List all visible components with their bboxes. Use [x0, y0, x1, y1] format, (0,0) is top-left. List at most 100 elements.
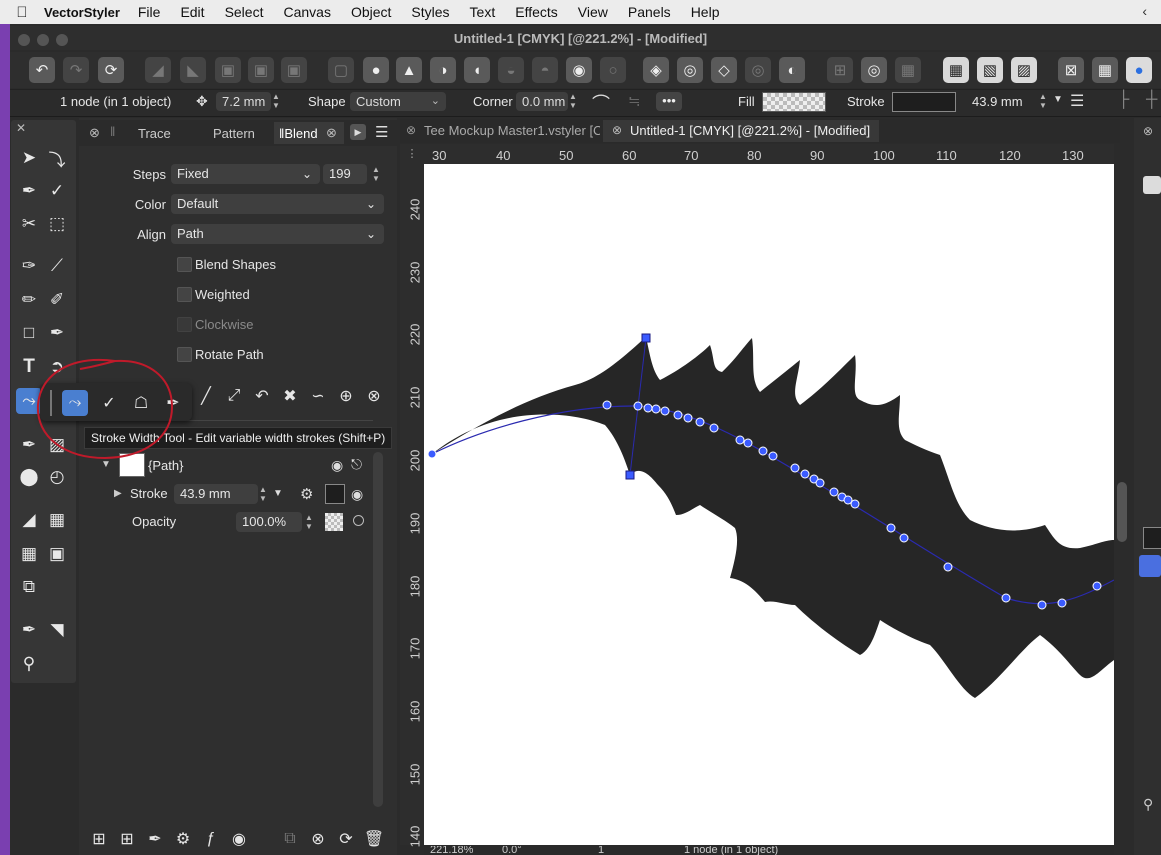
- width-handle[interactable]: [641, 333, 651, 343]
- stroke-row-input[interactable]: 43.9 mm: [174, 484, 258, 504]
- shape-dropdown[interactable]: Custom ⌄: [350, 92, 446, 111]
- path-node[interactable]: [1037, 600, 1047, 610]
- close-icon[interactable]: ⊗: [326, 125, 337, 141]
- stroke-row-dropdown-icon[interactable]: ▼: [273, 488, 283, 499]
- path-node[interactable]: [1001, 593, 1011, 603]
- chevron-left-icon[interactable]: ‹: [1142, 3, 1147, 19]
- gradient-icon[interactable]: ◢: [16, 507, 42, 533]
- path-node[interactable]: [673, 410, 683, 420]
- ellipse-icon[interactable]: ⬤: [16, 464, 42, 490]
- arrange-backward-icon[interactable]: ▣: [281, 57, 307, 83]
- path-node[interactable]: [1092, 581, 1102, 591]
- pattern-icon[interactable]: ▦: [16, 541, 42, 567]
- panel-menu-icon[interactable]: ☰: [375, 123, 388, 141]
- trash-icon[interactable]: 🗑: [363, 828, 385, 850]
- path-node[interactable]: [829, 487, 839, 497]
- path-node[interactable]: [768, 451, 778, 461]
- blend-edit-icon[interactable]: ╱: [195, 385, 217, 407]
- refresh-icon[interactable]: ⟳: [98, 57, 124, 83]
- arrange-front-icon[interactable]: ▣: [215, 57, 241, 83]
- perspective-icon[interactable]: ◥: [44, 617, 70, 643]
- path-node[interactable]: [943, 562, 953, 572]
- shape-union-icon[interactable]: ▲: [396, 57, 422, 83]
- path-node[interactable]: [709, 423, 719, 433]
- rotation-angle[interactable]: 0.0°: [502, 846, 522, 855]
- play-icon[interactable]: ▶: [350, 124, 366, 140]
- stroke-dropdown-icon[interactable]: ▼: [1053, 94, 1063, 105]
- path-node[interactable]: [602, 400, 612, 410]
- eye-icon[interactable]: ◉: [331, 457, 343, 474]
- remove-blend-icon[interactable]: ⊗: [363, 385, 385, 407]
- close-icon[interactable]: ⊗: [406, 123, 416, 137]
- opacity-stepper[interactable]: ▲ ▼: [305, 513, 314, 531]
- path-split-icon[interactable]: ◎: [677, 57, 703, 83]
- close-icon[interactable]: ⊗: [612, 123, 622, 137]
- line-icon[interactable]: ⟋: [44, 253, 70, 279]
- color-swatch[interactable]: [1143, 527, 1161, 549]
- path-node[interactable]: [899, 533, 909, 543]
- steps-mode-dropdown[interactable]: Fixed ⌄: [171, 164, 320, 184]
- weighted-checkbox[interactable]: [177, 287, 192, 302]
- eye-icon[interactable]: ◉: [351, 486, 363, 503]
- clockwise-checkbox[interactable]: [177, 317, 192, 332]
- path-node[interactable]: [651, 404, 661, 414]
- tab-trace[interactable]: Trace: [138, 126, 171, 141]
- view-mode-toggle[interactable]: ●: [1126, 57, 1152, 83]
- path-node[interactable]: [758, 446, 768, 456]
- mesh-icon[interactable]: ▦: [44, 507, 70, 533]
- menu-text[interactable]: Text: [470, 4, 496, 20]
- menu-panels[interactable]: Panels: [628, 4, 671, 20]
- close-icon[interactable]: ⊗: [89, 125, 100, 141]
- opacity-input[interactable]: 100.0%: [236, 512, 302, 532]
- clear-icon[interactable]: ⊗: [307, 828, 329, 850]
- accent-swatch[interactable]: [1139, 555, 1161, 577]
- menu-canvas[interactable]: Canvas: [283, 4, 330, 20]
- shape-exclude-icon[interactable]: ◒: [498, 57, 524, 83]
- stroke-row-stepper[interactable]: ▲ ▼: [259, 485, 268, 503]
- shape-combine-icon[interactable]: ●: [363, 57, 389, 83]
- steps-value-input[interactable]: 199: [323, 164, 367, 184]
- add-brush-icon[interactable]: ✒: [144, 828, 166, 850]
- search-icon[interactable]: ⚲: [1143, 796, 1153, 813]
- app-menu[interactable]: VectorStyler: [44, 5, 120, 20]
- rectangle-icon[interactable]: □: [16, 320, 42, 346]
- zoom-icon[interactable]: ⚲: [16, 651, 42, 677]
- arc-icon[interactable]: ◴: [44, 464, 70, 490]
- mask-icon[interactable]: ⊠: [1058, 57, 1084, 83]
- duplicate-icon[interactable]: ⧉: [279, 828, 301, 850]
- blend-shapes-checkbox[interactable]: [177, 257, 192, 272]
- path-node[interactable]: [743, 438, 753, 448]
- path-node[interactable]: [1057, 598, 1067, 608]
- path-node[interactable]: [695, 417, 705, 427]
- menu-edit[interactable]: Edit: [180, 4, 204, 20]
- color-dropdown[interactable]: Default ⌄: [171, 194, 384, 214]
- stroke-width-stepper[interactable]: ▲ ▼: [1039, 92, 1048, 110]
- menu-view[interactable]: View: [578, 4, 608, 20]
- path-node[interactable]: [735, 435, 745, 445]
- opacity-mode-icon[interactable]: [353, 515, 364, 526]
- add-stroke-icon[interactable]: ⊞: [116, 828, 138, 850]
- camera-icon[interactable]: ◉: [228, 828, 250, 850]
- align-center-icon[interactable]: ┼: [1146, 91, 1157, 109]
- expand-stroke-icon[interactable]: ▶: [114, 488, 122, 499]
- tab-pattern[interactable]: Pattern: [213, 126, 255, 141]
- selection-icon[interactable]: ➤: [16, 145, 42, 171]
- node-select-icon[interactable]: ⤵: [44, 145, 70, 171]
- close-icon[interactable]: ⊗: [1143, 124, 1153, 138]
- redo-icon[interactable]: ↷: [63, 57, 89, 83]
- more-options-icon[interactable]: •••: [656, 92, 682, 111]
- calligraphy-icon[interactable]: ✒: [44, 320, 70, 346]
- pencil-icon[interactable]: ✏: [16, 287, 42, 313]
- corner-chamfer-icon[interactable]: ≒: [628, 92, 641, 110]
- path-node[interactable]: [886, 523, 896, 533]
- image-icon[interactable]: ▨: [1011, 57, 1037, 83]
- opacity-swatch[interactable]: [325, 513, 343, 531]
- path-node[interactable]: [427, 449, 437, 459]
- shape-merge-icon[interactable]: ○: [600, 57, 626, 83]
- shape-trim-icon[interactable]: ◉: [566, 57, 592, 83]
- shape-icon[interactable]: ▣: [44, 541, 70, 567]
- fx-icon[interactable]: ƒ: [200, 828, 222, 850]
- size-stepper[interactable]: ▲ ▼: [272, 92, 281, 110]
- path-node[interactable]: [815, 478, 825, 488]
- arrange-forward-icon[interactable]: ▣: [248, 57, 274, 83]
